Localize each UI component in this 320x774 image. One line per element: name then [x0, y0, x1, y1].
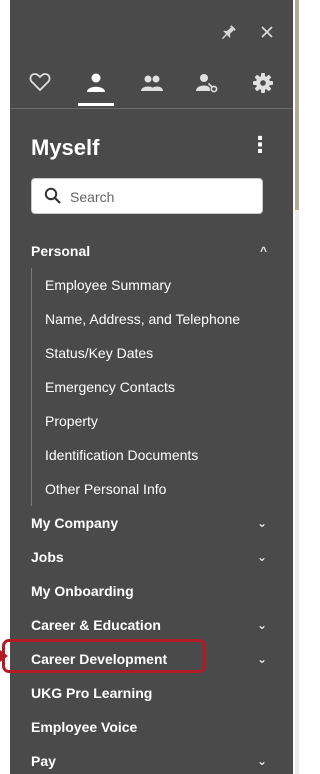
- search-input[interactable]: [68, 185, 252, 209]
- tab-settings[interactable]: [247, 72, 279, 102]
- nav-item-label: Career Development: [31, 651, 168, 667]
- close-icon[interactable]: [259, 24, 275, 47]
- tab-myself[interactable]: [77, 72, 114, 106]
- navigation-panel: Myself ⋮ Personal ^ Employee Summary Nam…: [10, 0, 293, 774]
- nav-item-career-education[interactable]: Career & Education ⌄: [10, 608, 293, 642]
- chevron-down-icon: ⌄: [256, 754, 267, 768]
- gear-icon: [252, 72, 274, 94]
- nav-item-label: Career & Education: [31, 617, 161, 633]
- category-tabs: [24, 72, 279, 106]
- search-icon: [44, 187, 62, 210]
- chevron-down-icon: ⌄: [256, 550, 267, 564]
- nav-item-jobs[interactable]: Jobs ⌄: [10, 540, 293, 574]
- nav-menu: Personal ^ Employee Summary Name, Addres…: [10, 234, 293, 774]
- nav-section-label: Personal: [31, 243, 91, 259]
- person-icon: [85, 72, 107, 94]
- tab-admin[interactable]: [191, 72, 223, 102]
- nav-subitem[interactable]: Status/Key Dates: [10, 336, 293, 370]
- people-icon: [140, 72, 164, 94]
- nav-item-label: Jobs: [31, 549, 64, 565]
- chevron-up-icon: ^: [259, 244, 267, 258]
- nav-item-my-onboarding[interactable]: My Onboarding: [10, 574, 293, 608]
- scrollbar-thumb[interactable]: [295, 0, 299, 210]
- personal-submenu: Employee Summary Name, Address, and Tele…: [10, 268, 293, 506]
- kebab-icon[interactable]: ⋮: [249, 134, 271, 156]
- nav-item-my-company[interactable]: My Company ⌄: [10, 506, 293, 540]
- nav-subitem[interactable]: Property: [10, 404, 293, 438]
- nav-subitem[interactable]: Other Personal Info: [10, 472, 293, 506]
- nav-item-label: Pay: [31, 753, 56, 769]
- chevron-down-icon: ⌄: [256, 516, 267, 530]
- nav-item-label: Employee Voice: [31, 719, 138, 735]
- nav-item-label: UKG Pro Learning: [31, 685, 153, 701]
- nav-item-employee-voice[interactable]: Employee Voice: [10, 710, 293, 744]
- nav-subitem[interactable]: Name, Address, and Telephone: [10, 302, 293, 336]
- scrollbar[interactable]: [294, 0, 305, 774]
- tabs-divider: [10, 108, 293, 109]
- nav-item-label: My Company: [31, 515, 119, 531]
- panel-controls: [219, 24, 275, 47]
- tab-team[interactable]: [136, 72, 168, 102]
- nav-subitem[interactable]: Employee Summary: [10, 268, 293, 302]
- person-key-icon: [195, 72, 219, 94]
- nav-item-ukg-pro-learning[interactable]: UKG Pro Learning: [10, 676, 293, 710]
- nav-item-pay[interactable]: Pay ⌄: [10, 744, 293, 774]
- nav-subitem[interactable]: Emergency Contacts: [10, 370, 293, 404]
- nav-section-personal[interactable]: Personal ^: [10, 234, 293, 268]
- tab-favorites[interactable]: [24, 72, 56, 102]
- nav-item-label: My Onboarding: [31, 583, 134, 599]
- heart-icon: [29, 72, 51, 92]
- nav-item-career-development[interactable]: Career Development ⌄: [10, 642, 293, 676]
- search-box[interactable]: [31, 178, 263, 214]
- chevron-down-icon: ⌄: [256, 618, 267, 632]
- nav-subitem[interactable]: Identification Documents: [10, 438, 293, 472]
- pin-icon[interactable]: [219, 24, 237, 47]
- pointer-arrow: [0, 650, 8, 662]
- chevron-down-icon: ⌄: [256, 652, 267, 666]
- panel-title: Myself: [31, 135, 100, 160]
